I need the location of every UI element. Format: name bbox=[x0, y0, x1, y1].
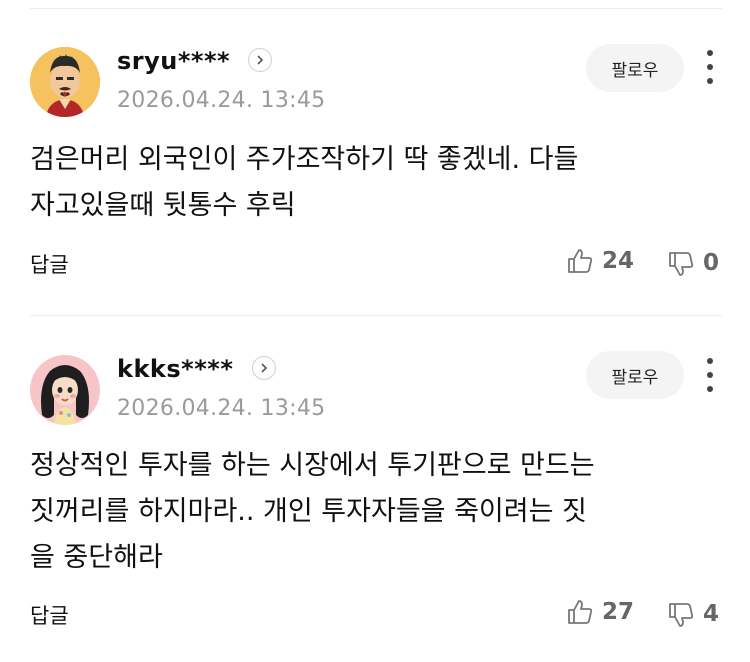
timestamp: 2026.04.24. 13:45 bbox=[117, 396, 326, 421]
reply-button[interactable]: 답글 bbox=[30, 600, 69, 630]
like-count: 27 bbox=[602, 599, 635, 625]
more-dot bbox=[707, 64, 713, 70]
reply-button[interactable]: 답글 bbox=[30, 249, 69, 279]
more-dot bbox=[707, 372, 713, 378]
comment-text: 정상적인 투자를 하는 시장에서 투기판으로 만드는 짓꺼리를 하지마라.. 개… bbox=[30, 450, 595, 573]
more-dot bbox=[707, 50, 713, 56]
follow-button[interactable]: 팔로우 bbox=[586, 351, 684, 399]
more-options-button[interactable] bbox=[702, 358, 718, 392]
like-count: 24 bbox=[602, 248, 635, 274]
dislike-count: 4 bbox=[703, 601, 720, 627]
more-dot bbox=[707, 358, 713, 364]
timestamp: 2026.04.24. 13:45 bbox=[117, 88, 326, 113]
profile-arrow-button[interactable] bbox=[248, 48, 272, 72]
comment-divider bbox=[30, 315, 722, 316]
follow-button[interactable]: 팔로우 bbox=[586, 44, 684, 92]
comment-text: 검은머리 외국인이 주가조작하기 딱 좋겠네. 다들 자고있을때 뒷통수 후릭 bbox=[30, 144, 579, 221]
more-options-button[interactable] bbox=[702, 50, 718, 84]
avatar-woman-icon bbox=[30, 355, 100, 425]
top-divider bbox=[30, 8, 722, 9]
thumbs-up-icon bbox=[568, 600, 593, 624]
thumbs-down-icon bbox=[669, 603, 694, 627]
chevron-right-icon bbox=[261, 363, 268, 373]
avatar-man-icon bbox=[30, 47, 100, 117]
thumbs-down-icon bbox=[669, 252, 694, 276]
avatar[interactable] bbox=[30, 47, 100, 117]
dislike-count: 0 bbox=[703, 250, 720, 276]
like-button[interactable]: 27 bbox=[566, 598, 634, 626]
avatar[interactable] bbox=[30, 355, 100, 425]
profile-arrow-button[interactable] bbox=[252, 356, 276, 380]
dislike-button[interactable]: 4 bbox=[667, 600, 719, 628]
dislike-button[interactable]: 0 bbox=[667, 249, 719, 277]
like-button[interactable]: 24 bbox=[566, 247, 634, 275]
more-dot bbox=[707, 386, 713, 392]
more-dot bbox=[707, 78, 713, 84]
chevron-right-icon bbox=[257, 55, 264, 65]
username[interactable]: kkks**** bbox=[117, 355, 233, 383]
username[interactable]: sryu**** bbox=[117, 47, 230, 75]
thumbs-up-icon bbox=[568, 249, 593, 273]
